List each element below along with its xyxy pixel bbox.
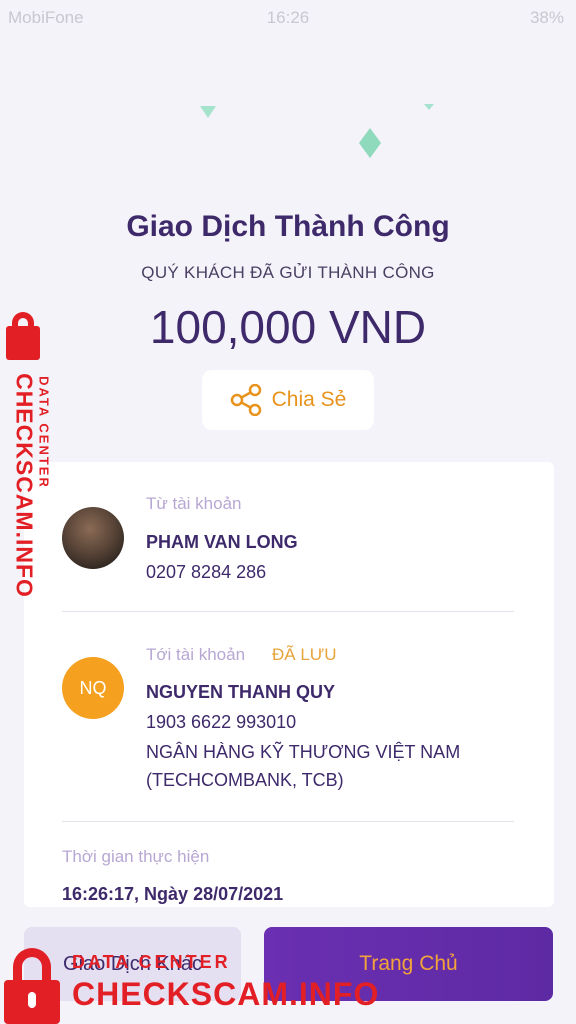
watermark-brand: CHECKSCAM.INFO [72,976,380,1012]
sparkle-icon [359,128,381,158]
sparkle-icon [424,104,434,110]
watermark-side: DATA CENTER CHECKSCAM.INFO [2,310,62,598]
amount: 100,000 VND [149,301,427,353]
sender-avatar [62,507,124,569]
recipient-account: 1903 6622 993010 [146,712,297,732]
divider [62,611,514,612]
recipient-bank: NGÂN HÀNG KỸ THƯƠNG VIỆT NAM [146,742,461,762]
share-label: Chia Sẻ [271,388,347,411]
sender-account: 0207 8284 286 [146,562,267,582]
share-button[interactable]: Chia Sẻ [202,370,374,430]
watermark-data-center: DATA CENTER [36,376,52,489]
transaction-details-card: Từ tài khoản PHAM VAN LONG 0207 8284 286… [24,462,554,907]
from-account-label: Từ tài khoản [146,494,242,513]
battery-label: 38% [529,8,564,27]
success-subtitle: QUÝ KHÁCH ĐÃ GỬI THÀNH CÔNG [141,263,435,282]
status-bar: MobiFone 16:26 38% [0,0,576,34]
watermark-bottom: DATA CENTER CHECKSCAM.INFO [2,946,378,1024]
recipient-avatar: NQ [62,657,124,719]
page-title: Giao Dịch Thành Công [126,210,450,243]
transaction-time: 16:26:17, Ngày 28/07/2021 [62,884,284,904]
time-label: Thời gian thực hiện [62,847,210,866]
watermark-brand: CHECKSCAM.INFO [11,373,38,598]
recipient-bank-code: (TECHCOMBANK, TCB) [146,770,344,790]
saved-badge: ĐÃ LƯU [272,645,337,664]
sparkle-icon [200,106,216,118]
sender-name: PHAM VAN LONG [146,532,298,552]
divider [62,821,514,822]
share-icon [230,384,261,416]
status-time: 16:26 [266,8,310,27]
to-account-label: Tới tài khoản [146,645,246,664]
lock-keyhole [28,992,36,1008]
recipient-name: NGUYEN THANH QUY [146,682,336,702]
watermark-data-center: DATA CENTER [72,952,231,972]
